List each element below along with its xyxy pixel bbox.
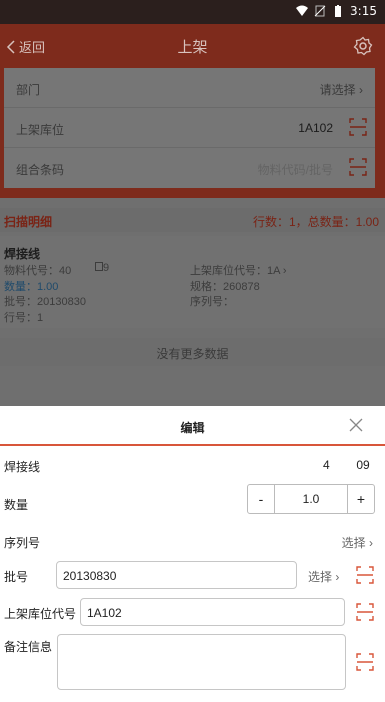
scan-icon[interactable] xyxy=(349,158,367,176)
page-title: 上架 xyxy=(177,39,208,56)
scan-icon[interactable] xyxy=(356,566,374,584)
qty-plus-button[interactable]: + xyxy=(348,485,374,513)
status-bar: 3:15 xyxy=(0,0,385,24)
scan-detail-summary: 行数：1，总数量：1.00 xyxy=(252,215,379,229)
location-row: 上架库位 1A102 xyxy=(4,108,375,148)
barcode-label: 组合条码 xyxy=(16,163,65,177)
item-location-code: 上架库位代号：1A › xyxy=(190,265,287,277)
location-label: 上架库位 xyxy=(16,123,65,137)
item-qty: 数量：1.00 xyxy=(4,281,59,293)
item-code: 物料代号：40 xyxy=(4,265,72,277)
list-item[interactable]: 焊接线 物料代号：40 9 数量：1.00 批号：20130830 行号：1 上… xyxy=(0,236,385,328)
quantity-stepper: - 1.0 + xyxy=(247,484,375,514)
no-more-data: 没有更多数据 xyxy=(0,338,385,366)
scan-icon[interactable] xyxy=(349,118,367,136)
scan-detail-title: 扫描明细 xyxy=(4,215,53,229)
serial-label: 序列号 xyxy=(4,536,41,550)
dept-select[interactable]: 请选择 › xyxy=(320,81,363,98)
item-name: 焊接线 xyxy=(4,247,41,261)
location-code-label: 上架库位代号 xyxy=(4,607,77,621)
gear-icon[interactable] xyxy=(353,36,373,56)
dept-label: 部门 xyxy=(16,83,41,97)
batch-label: 批号 xyxy=(4,570,29,584)
location-code-input[interactable]: 1A102 xyxy=(80,598,345,626)
location-value: 1A102 xyxy=(298,121,333,135)
scan-icon[interactable] xyxy=(356,653,374,671)
header-form-area: 部门 请选择 › 上架库位 1A102 组合条码 物料代码/批号 xyxy=(0,68,385,198)
dialog-title: 编辑 xyxy=(180,421,205,435)
dialog-item-code: 4 09 xyxy=(323,458,370,472)
status-time: 3:15 xyxy=(350,4,377,18)
dialog-item-row: 焊接线 4 09 xyxy=(0,458,385,478)
serial-select[interactable]: 选择 › xyxy=(342,534,373,551)
barcode-row[interactable]: 组合条码 物料代码/批号 xyxy=(4,148,375,188)
batch-select[interactable]: 选择 › xyxy=(308,568,339,585)
item-line: 行号：1 xyxy=(4,312,44,324)
item-batch: 批号：20130830 xyxy=(4,296,86,308)
serial-row: 序列号 选择 › xyxy=(0,534,385,554)
remark-label: 备注信息 xyxy=(4,640,53,654)
item-serial: 序列号： xyxy=(190,296,234,308)
remark-textarea[interactable] xyxy=(57,634,346,690)
qty-input[interactable]: 1.0 xyxy=(274,485,348,513)
qty-label: 数量 xyxy=(4,498,29,512)
dialog-item-name: 焊接线 xyxy=(4,460,41,474)
app-bar: 返回 上架 xyxy=(0,24,385,68)
edit-dialog: 编辑 焊接线 4 09 数量 - 1.0 + 序列号 选择 › 批号 20130… xyxy=(0,406,385,702)
batch-input[interactable]: 20130830 xyxy=(56,561,297,589)
no-sim-icon xyxy=(314,5,326,17)
item-code-tail: 9 xyxy=(95,262,109,274)
dialog-header: 编辑 xyxy=(0,406,385,446)
copy-icon xyxy=(95,262,103,271)
barcode-input[interactable]: 物料代码/批号 xyxy=(258,161,333,178)
wifi-icon xyxy=(296,5,309,16)
item-spec: 规格：260878 xyxy=(190,281,260,293)
header-form-card: 部门 请选择 › 上架库位 1A102 组合条码 物料代码/批号 xyxy=(4,68,375,188)
close-icon[interactable] xyxy=(349,418,363,432)
battery-icon xyxy=(335,5,342,17)
dept-row[interactable]: 部门 请选择 › xyxy=(4,68,375,108)
scan-icon[interactable] xyxy=(356,603,374,621)
scan-detail-header: 扫描明细 行数：1，总数量：1.00 xyxy=(0,208,385,232)
qty-minus-button[interactable]: - xyxy=(248,485,274,513)
